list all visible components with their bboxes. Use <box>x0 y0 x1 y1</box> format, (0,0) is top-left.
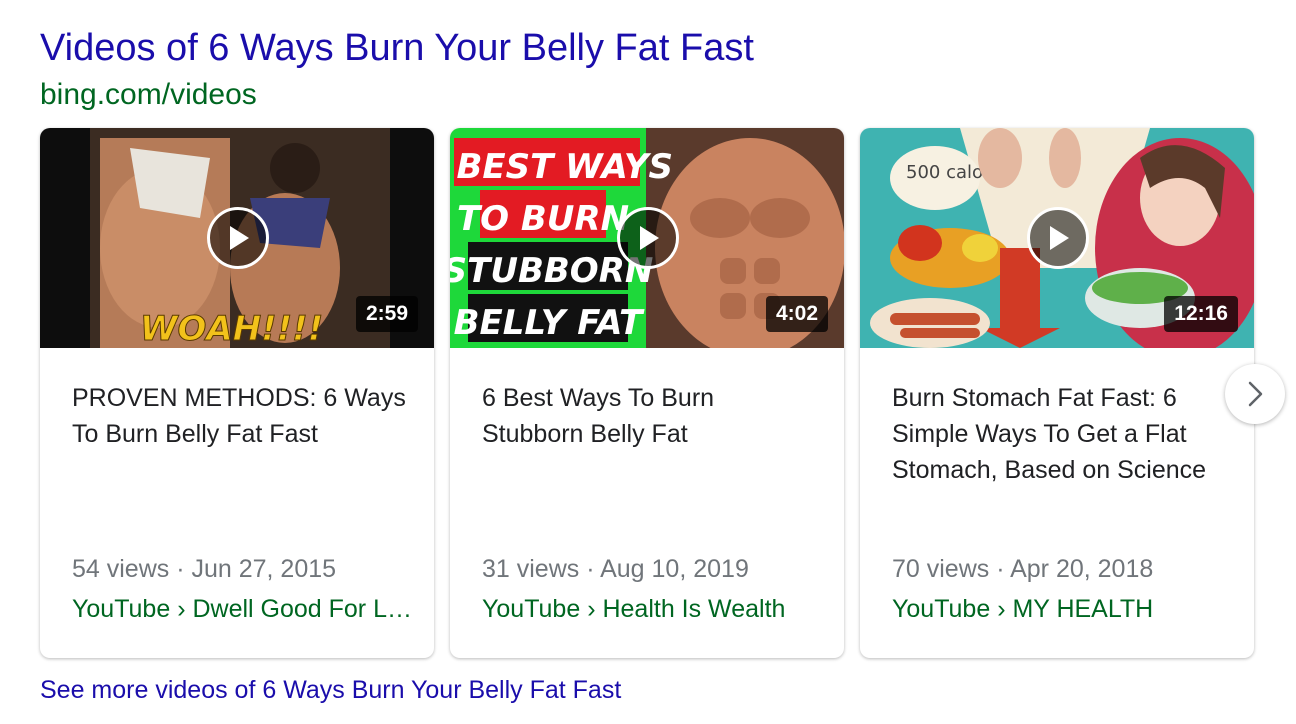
video-card[interactable]: WOAH!!!! 2:59 PROVEN METHODS: 6 Ways To … <box>40 128 434 658</box>
video-title[interactable]: Burn Stomach Fat Fast: 6 Simple Ways To … <box>892 380 1232 488</box>
video-carousel: WOAH!!!! 2:59 PROVEN METHODS: 6 Ways To … <box>40 128 1260 658</box>
play-button[interactable] <box>1027 207 1089 269</box>
video-source: YouTube › MY HEALTH <box>892 595 1154 623</box>
video-thumbnail[interactable]: 500 calories 12:16 <box>860 128 1254 348</box>
video-duration: 2:59 <box>355 296 418 332</box>
results-title-link[interactable]: Videos of 6 Ways Burn Your Belly Fat Fas… <box>40 24 754 72</box>
video-meta: 31 views · Aug 10, 2019 <box>482 555 749 583</box>
video-title[interactable]: 6 Best Ways To Burn Stubborn Belly Fat <box>482 380 822 452</box>
video-source: YouTube › Dwell Good For L… <box>72 595 412 623</box>
carousel-next-button[interactable] <box>1225 364 1285 424</box>
thumbnail-caption: WOAH!!!! <box>140 309 323 348</box>
results-source: bing.com/videos <box>40 78 257 111</box>
video-thumbnail[interactable]: 6 BEST WAYS TO BURN STUBBORN BELLY FAT 4… <box>450 128 844 348</box>
video-card[interactable]: 500 calories 12:16 Burn Stomach Fat Fast… <box>860 128 1254 658</box>
video-meta: 54 views · Jun 27, 2015 <box>72 555 337 583</box>
play-icon <box>1050 226 1069 250</box>
thumbnail-caption-line: TO BURN <box>457 199 629 239</box>
video-title[interactable]: PROVEN METHODS: 6 Ways To Burn Belly Fat… <box>72 380 412 452</box>
thumbnail-caption-line: BELLY FAT <box>454 303 646 343</box>
video-source: YouTube › Health Is Wealth <box>482 595 786 623</box>
play-icon <box>640 226 659 250</box>
play-button[interactable] <box>207 207 269 269</box>
video-duration: 12:16 <box>1164 296 1238 332</box>
see-more-videos-link[interactable]: See more videos of 6 Ways Burn Your Bell… <box>40 672 621 708</box>
play-button[interactable] <box>617 207 679 269</box>
video-thumbnail[interactable]: WOAH!!!! 2:59 <box>40 128 434 348</box>
thumbnail-caption-line: 6 BEST WAYS <box>450 147 673 187</box>
video-meta: 70 views · Apr 20, 2018 <box>892 555 1154 583</box>
video-card[interactable]: 6 BEST WAYS TO BURN STUBBORN BELLY FAT 4… <box>450 128 844 658</box>
video-duration: 4:02 <box>765 296 828 332</box>
play-icon <box>230 226 249 250</box>
chevron-right-icon <box>1248 381 1263 407</box>
